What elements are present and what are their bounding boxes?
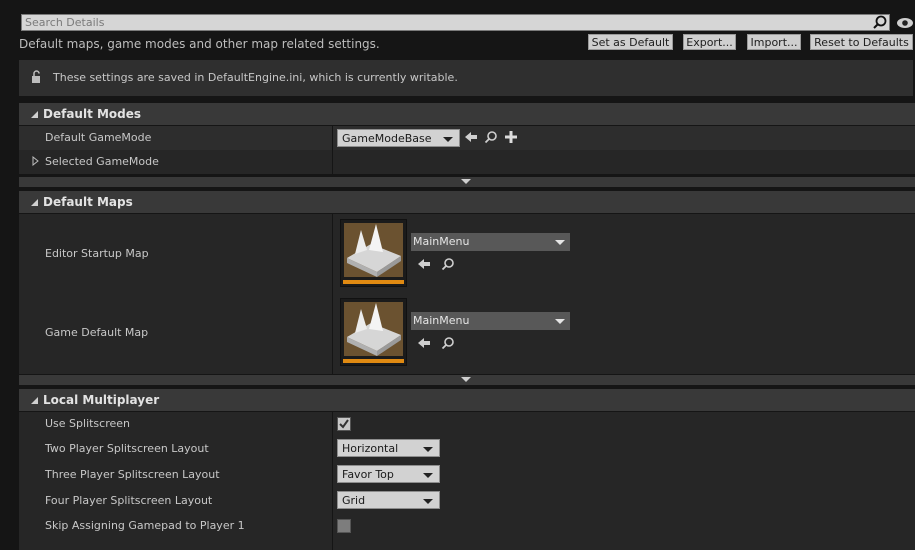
add-icon[interactable] (504, 130, 518, 144)
category-title: Default Maps (43, 195, 133, 209)
three-player-layout-dropdown[interactable]: Favor Top (337, 465, 440, 483)
collapse-arrow-icon[interactable] (31, 111, 38, 118)
default-gamemode-dropdown[interactable]: GameModeBase (337, 129, 460, 147)
category-title: Local Multiplayer (43, 393, 160, 407)
category-default-maps[interactable]: Default Maps (19, 191, 915, 213)
map-thumbnail[interactable] (340, 219, 407, 287)
dropdown-value: MainMenu (413, 235, 470, 248)
skip-gamepad-label: Skip Assigning Gamepad to Player 1 (45, 519, 245, 532)
default-gamemode-label: Default GameMode (45, 131, 152, 144)
dropdown-value: GameModeBase (342, 132, 432, 145)
notice-text: These settings are saved in DefaultEngin… (53, 71, 458, 84)
reset-to-defaults-button[interactable]: Reset to Defaults (810, 34, 913, 50)
two-player-layout-label: Two Player Splitscreen Layout (45, 442, 209, 455)
chevron-down-icon (555, 240, 565, 245)
local-multiplayer-panel: Use Splitscreen Two Player Splitscreen L… (19, 412, 915, 550)
dropdown-value: Horizontal (342, 442, 399, 455)
collapse-arrow-icon[interactable] (31, 199, 38, 206)
browse-search-icon[interactable] (441, 336, 455, 350)
expand-arrow-icon[interactable] (32, 156, 40, 166)
search-icon[interactable] (872, 15, 887, 30)
maps-panel: Editor Startup Map MainMenu Game Default… (19, 214, 915, 374)
four-player-layout-label: Four Player Splitscreen Layout (45, 494, 213, 507)
search-box[interactable] (21, 14, 890, 31)
four-player-layout-dropdown[interactable]: Grid (337, 491, 440, 509)
asset-type-bar (343, 280, 404, 284)
chevron-down-icon (423, 473, 433, 478)
back-arrow-icon[interactable] (464, 130, 478, 144)
selected-gamemode-label: Selected GameMode (45, 155, 159, 168)
unlock-icon (32, 70, 40, 83)
game-default-map-dropdown[interactable]: MainMenu (411, 312, 570, 330)
import-button[interactable]: Import... (747, 34, 801, 50)
settings-description: Default maps, game modes and other map r… (19, 37, 380, 51)
dropdown-value: Favor Top (342, 468, 394, 481)
three-player-layout-label: Three Player Splitscreen Layout (45, 468, 220, 481)
chevron-down-icon (443, 137, 453, 142)
chevron-down-icon (423, 499, 433, 504)
eye-icon[interactable] (896, 14, 914, 32)
advanced-expander[interactable] (19, 375, 915, 385)
row-selected-gamemode[interactable]: Selected GameMode (19, 150, 915, 174)
row-default-gamemode: Default GameMode GameModeBase (19, 126, 915, 150)
map-asset-icon (344, 302, 403, 356)
map-thumbnail[interactable] (340, 298, 407, 366)
category-default-modes[interactable]: Default Modes (19, 103, 915, 125)
collapse-arrow-icon[interactable] (31, 397, 38, 404)
browse-search-icon[interactable] (484, 130, 498, 144)
browse-search-icon[interactable] (441, 257, 455, 271)
use-splitscreen-label: Use Splitscreen (45, 417, 131, 430)
search-input[interactable] (25, 15, 865, 30)
two-player-layout-dropdown[interactable]: Horizontal (337, 439, 440, 457)
chevron-down-icon (555, 319, 565, 324)
set-as-default-button[interactable]: Set as Default (588, 34, 673, 50)
dropdown-value: Grid (342, 494, 366, 507)
export-button[interactable]: Export... (683, 34, 736, 50)
asset-type-bar (343, 359, 404, 363)
checkmark-icon (339, 419, 349, 429)
editor-startup-map-label: Editor Startup Map (45, 247, 149, 260)
chevron-down-icon (423, 447, 433, 452)
use-splitscreen-checkbox[interactable] (337, 417, 351, 431)
map-asset-icon (344, 223, 403, 277)
double-chevron-down-icon[interactable] (461, 179, 471, 185)
back-arrow-icon[interactable] (417, 336, 431, 350)
dropdown-value: MainMenu (413, 314, 470, 327)
category-title: Default Modes (43, 107, 142, 121)
advanced-expander[interactable] (19, 177, 915, 187)
config-notice: These settings are saved in DefaultEngin… (19, 60, 913, 96)
editor-startup-map-dropdown[interactable]: MainMenu (411, 233, 570, 251)
back-arrow-icon[interactable] (417, 257, 431, 271)
double-chevron-down-icon[interactable] (461, 377, 471, 383)
skip-gamepad-checkbox[interactable] (337, 519, 351, 533)
category-local-multiplayer[interactable]: Local Multiplayer (19, 389, 915, 411)
game-default-map-label: Game Default Map (45, 326, 149, 339)
